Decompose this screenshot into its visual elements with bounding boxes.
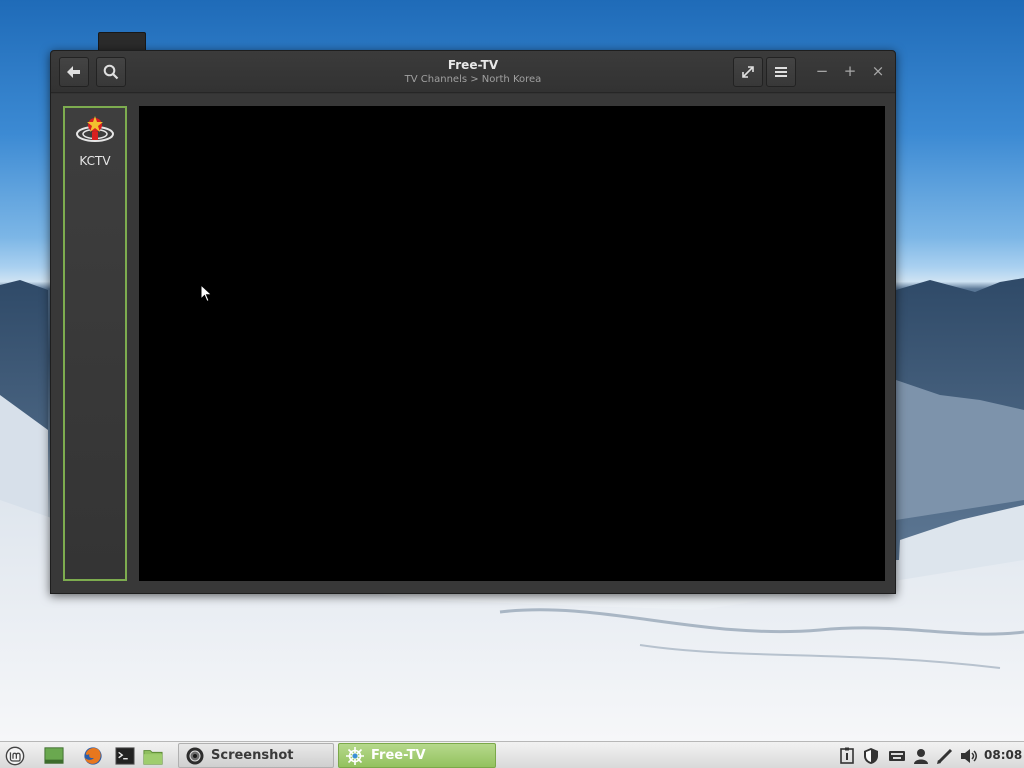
menu-button[interactable]	[766, 57, 796, 87]
taskbar: Screenshot Free-TV 08:08	[0, 741, 1024, 768]
fullscreen-icon	[742, 66, 754, 78]
channel-name: KCTV	[79, 154, 111, 168]
terminal-icon[interactable]	[114, 746, 136, 766]
window-tab-handle	[98, 32, 146, 50]
channel-list[interactable]: KCTV	[63, 106, 127, 581]
minimize-button[interactable]: −	[812, 61, 832, 81]
files-icon[interactable]	[142, 746, 164, 766]
clock[interactable]: 08:08	[984, 748, 1022, 762]
maximize-button[interactable]: +	[840, 61, 860, 81]
user-icon[interactable]	[912, 747, 930, 765]
firefox-icon[interactable]	[82, 746, 104, 766]
task-free-tv[interactable]: Free-TV	[338, 743, 496, 768]
channel-item-kctv[interactable]: KCTV	[65, 110, 125, 170]
mint-menu-icon[interactable]	[4, 746, 26, 766]
fullscreen-button[interactable]	[733, 57, 763, 87]
title-block: Free-TV TV Channels > North Korea	[311, 57, 635, 86]
search-button[interactable]	[96, 57, 126, 87]
content-area: KCTV	[51, 94, 895, 593]
back-button[interactable]	[59, 57, 89, 87]
volume-icon[interactable]	[960, 747, 978, 765]
keyboard-icon[interactable]	[888, 747, 906, 765]
arrow-left-icon	[67, 66, 80, 78]
window-title: Free-TV	[447, 58, 499, 72]
task-screenshot-label: Screenshot	[211, 748, 294, 763]
search-icon	[103, 64, 119, 80]
update-manager-icon[interactable]	[838, 747, 856, 765]
video-player[interactable]	[139, 106, 885, 581]
mouse-cursor-icon	[200, 284, 213, 303]
header-bar: Free-TV TV Channels > North Korea − + ×	[51, 51, 895, 93]
shield-icon[interactable]	[862, 747, 880, 765]
free-tv-window: Free-TV TV Channels > North Korea − + ×	[50, 50, 896, 594]
task-free-tv-label: Free-TV	[371, 748, 426, 763]
hamburger-menu-icon	[775, 67, 787, 77]
close-button[interactable]: ×	[868, 61, 888, 81]
camera-icon	[186, 747, 204, 764]
show-desktop-icon[interactable]	[43, 746, 65, 766]
kctv-logo-icon	[76, 116, 114, 142]
task-screenshot[interactable]: Screenshot	[178, 743, 334, 768]
free-tv-app-icon	[346, 746, 364, 765]
pen-icon[interactable]	[936, 747, 954, 765]
breadcrumb: TV Channels > North Korea	[404, 74, 542, 85]
